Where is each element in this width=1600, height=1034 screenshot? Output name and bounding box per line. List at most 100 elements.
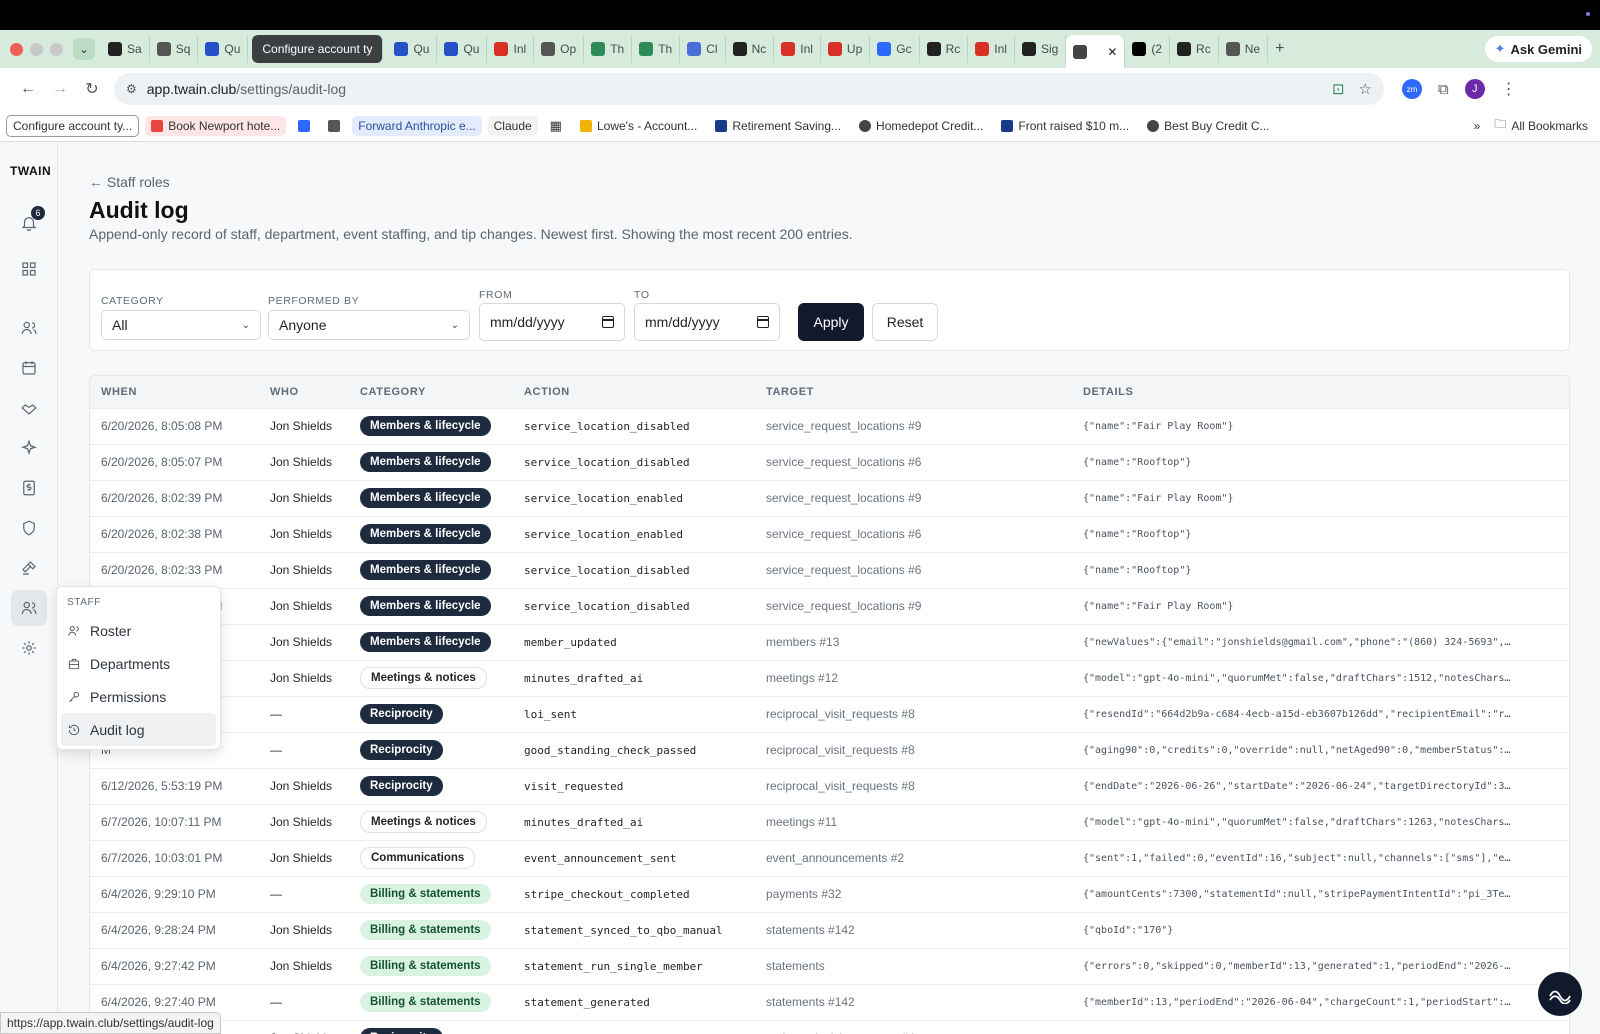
table-row[interactable]: MJon ShieldsMembers & lifecyclemember_up… — [90, 623, 1569, 660]
browser-tab[interactable]: Inl — [487, 35, 535, 63]
bookmark-item[interactable]: Homedepot Credit... — [853, 116, 989, 136]
profile-avatar[interactable]: J — [1464, 79, 1485, 99]
all-bookmarks-folder[interactable]: 🗀 All Bookmarks — [1494, 115, 1588, 136]
calendar-icon[interactable] — [757, 316, 769, 328]
table-row[interactable]: M—Reciprocityloi_sentreciprocal_visit_re… — [90, 695, 1569, 732]
browser-tab[interactable]: Ne — [1219, 35, 1269, 63]
install-app-icon[interactable]: ⊡ — [1332, 80, 1345, 98]
to-date-input[interactable]: mm/dd/yyyy — [634, 303, 780, 341]
browser-tab[interactable]: Sig — [1015, 35, 1067, 63]
browser-tab[interactable]: Configure account ty — [252, 35, 384, 63]
close-tab-icon[interactable]: ✕ — [1107, 45, 1117, 59]
table-row[interactable]: 6/7/2026, 10:07:11 PM Jon Shields Meetings… — [90, 803, 1569, 840]
bookmark-item[interactable]: Configure account ty... — [6, 114, 140, 137]
cell-details: {"amountCents":7300,"statementId":null,"… — [1072, 875, 1569, 912]
reload-icon[interactable]: ↻ — [76, 79, 108, 99]
sparkle-ai-icon[interactable] — [17, 436, 41, 460]
table-row[interactable]: Jon Shields Reciprocity visit_outcome_repo… — [90, 1019, 1569, 1034]
table-row[interactable]: 6/12/2026, 5:53:19 PM Jon Shields Reciproc… — [90, 767, 1569, 804]
site-settings-icon[interactable]: ⚙ — [126, 82, 137, 96]
browser-tab[interactable]: Nc — [726, 35, 775, 63]
more-bookmarks-chevron-icon[interactable]: » — [1474, 119, 1481, 133]
browser-tab[interactable]: Rc — [920, 35, 969, 63]
table-row[interactable]: 6/4/2026, 9:27:42 PM Jon Shields Billing &… — [90, 947, 1569, 984]
browser-tab[interactable]: Inl — [968, 35, 1015, 63]
bookmark-item[interactable]: Retirement Saving... — [709, 116, 847, 136]
table-row[interactable]: 6/7/2026, 10:03:01 PM Jon Shields Communic… — [90, 839, 1569, 876]
address-bar[interactable]: ⚙ app.twain.club/settings/audit-log ⊡ ☆ — [114, 73, 1384, 105]
browser-tab[interactable]: Op — [534, 35, 585, 63]
apply-filters-button[interactable]: Apply — [798, 303, 864, 341]
browser-tab[interactable]: Qu — [387, 35, 438, 63]
table-row[interactable]: 6/20/2026, 8:05:07 PM Jon Shields Members … — [90, 443, 1569, 480]
browser-tab[interactable]: Th — [632, 35, 681, 63]
dashboard-grid-icon[interactable] — [17, 257, 41, 281]
browser-tab[interactable]: Gc — [870, 35, 920, 63]
table-row[interactable]: 6/4/2026, 9:29:10 PM — Billing & statement… — [90, 875, 1569, 912]
browser-tab[interactable]: Rc — [1170, 35, 1219, 63]
browser-tab[interactable]: Qu — [198, 35, 249, 63]
new-tab-plus-icon[interactable]: + — [1268, 35, 1291, 63]
shield-icon[interactable] — [17, 516, 41, 540]
cell-category: Members & lifecycle — [349, 551, 513, 588]
browser-tab[interactable]: Qu — [437, 35, 488, 63]
back-arrow-icon[interactable]: ← — [12, 80, 44, 98]
staff-users-icon[interactable] — [11, 590, 47, 626]
flyout-item-roster[interactable]: Roster — [57, 614, 220, 647]
gavel-icon[interactable] — [17, 556, 41, 580]
handshake-icon[interactable] — [17, 396, 41, 420]
calendar-icon[interactable] — [17, 356, 41, 380]
flyout-item-departments[interactable]: Departments — [57, 647, 220, 680]
browser-menu-icon[interactable]: ⋮ — [1501, 79, 1517, 99]
table-row[interactable]: 6/20/2026, 8:02:33 PM Jon Shields Members … — [90, 551, 1569, 588]
tab-search-chevron-icon[interactable]: ⌄ — [73, 38, 95, 60]
billing-dollar-icon[interactable] — [17, 476, 41, 500]
from-date-input[interactable]: mm/dd/yyyy — [479, 303, 625, 341]
table-row[interactable]: MJon ShieldsMeetings & noticesminutes_dr… — [90, 659, 1569, 696]
table-row[interactable]: 6/20/2026, 8:02:32 PMJon ShieldsMembers … — [90, 587, 1569, 624]
table-row[interactable]: 6/20/2026, 8:05:08 PM Jon Shields Members … — [90, 407, 1569, 444]
members-users-icon[interactable] — [17, 316, 41, 340]
performed-by-select[interactable]: Anyone ⌄ — [268, 310, 470, 340]
bookmark-item[interactable]: Best Buy Credit C... — [1141, 116, 1275, 136]
chat-support-button[interactable] — [1538, 972, 1582, 1016]
browser-tab[interactable]: Cl — [680, 35, 726, 63]
bookmark-item[interactable]: Book Newport hote... — [145, 115, 287, 136]
maximize-window-button[interactable] — [50, 42, 63, 56]
browser-tab[interactable]: Sq — [150, 35, 199, 63]
bookmark-star-icon[interactable]: ☆ — [1359, 80, 1372, 98]
notifications-bell-icon[interactable]: 6 — [17, 206, 45, 235]
reset-filters-button[interactable]: Reset — [872, 303, 938, 341]
zoom-extension-icon[interactable]: zm — [1402, 79, 1422, 99]
bookmark-item[interactable] — [292, 117, 316, 135]
table-row[interactable]: 6/4/2026, 9:27:40 PM — Billing & statement… — [90, 983, 1569, 1020]
apps-grid-icon[interactable]: ▦ — [544, 115, 568, 137]
table-row[interactable]: 6/20/2026, 8:02:39 PM Jon Shields Members … — [90, 479, 1569, 516]
bookmark-item[interactable]: Lowe's - Account... — [574, 116, 703, 136]
browser-tab[interactable]: Inl — [774, 35, 821, 63]
browser-tab[interactable]: ✕ — [1066, 35, 1126, 69]
app-logo[interactable]: TWAIN — [10, 164, 51, 178]
flyout-item-permissions[interactable]: Permissions — [57, 680, 220, 713]
bookmark-item[interactable]: Forward Anthropic e... — [352, 115, 482, 136]
minimize-window-button[interactable] — [30, 42, 43, 56]
settings-gear-icon[interactable] — [17, 636, 41, 660]
table-row[interactable]: M — Reciprocity good_standing_check_passed r… — [90, 731, 1569, 768]
close-window-button[interactable] — [10, 42, 23, 56]
ask-gemini-button[interactable]: ✦ Ask Gemini — [1484, 36, 1592, 62]
back-to-staff-roles-link[interactable]: ← Staff roles — [89, 174, 170, 190]
flyout-item-audit-log[interactable]: Audit log — [61, 713, 216, 746]
bookmark-item[interactable] — [322, 117, 346, 135]
browser-tab[interactable]: Sa — [101, 35, 150, 63]
table-row[interactable]: 6/4/2026, 9:28:24 PM Jon Shields Billing &… — [90, 911, 1569, 948]
calendar-icon[interactable] — [602, 316, 614, 328]
browser-tab[interactable]: (2 — [1125, 35, 1171, 63]
forward-arrow-icon[interactable]: → — [44, 80, 76, 98]
extensions-puzzle-icon[interactable]: ⧉ — [1438, 81, 1449, 98]
bookmark-item[interactable]: Front raised $10 m... — [995, 116, 1135, 136]
category-select[interactable]: All ⌄ — [101, 310, 261, 340]
browser-tab[interactable]: Up — [821, 35, 871, 63]
bookmark-item[interactable]: Claude — [487, 115, 538, 136]
table-row[interactable]: 6/20/2026, 8:02:38 PM Jon Shields Members … — [90, 515, 1569, 552]
browser-tab[interactable]: Th — [584, 35, 633, 63]
